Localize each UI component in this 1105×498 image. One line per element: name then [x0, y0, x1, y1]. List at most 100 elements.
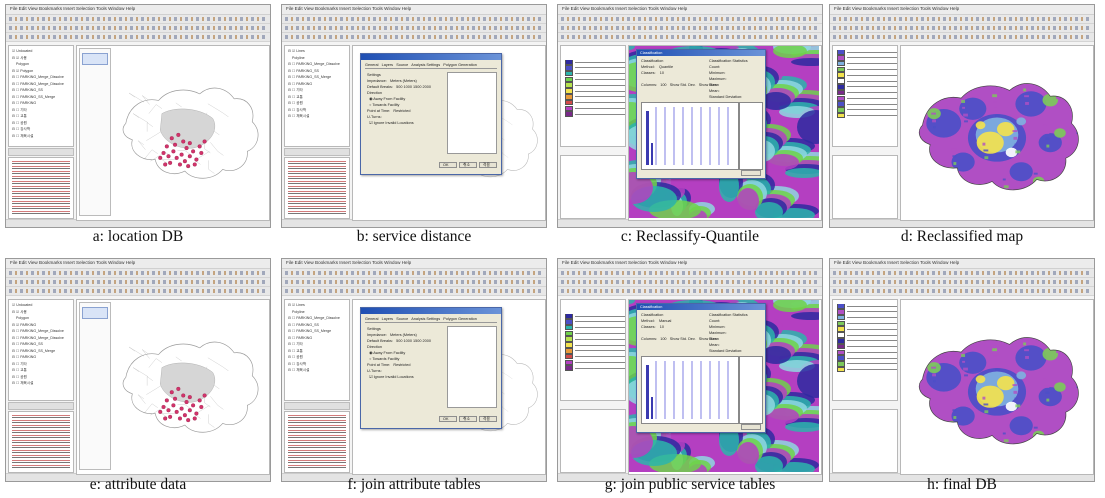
ok-button[interactable] — [741, 170, 761, 176]
search-pane[interactable] — [832, 409, 898, 473]
facility-point — [176, 386, 181, 391]
toolbar[interactable] — [6, 15, 270, 24]
toolbar[interactable] — [282, 278, 546, 287]
legend-row — [565, 348, 625, 354]
menu-items[interactable]: File Edit View Bookmarks Insert Selectio… — [10, 6, 135, 11]
dialog-button-0[interactable]: OK — [439, 162, 457, 168]
arctoolbox[interactable] — [284, 411, 350, 473]
legend-swatches — [837, 50, 897, 119]
dialog-button-0[interactable]: OK — [439, 416, 457, 422]
legend-swatch — [565, 365, 573, 371]
toolbar[interactable] — [282, 287, 546, 296]
toolbar[interactable] — [830, 33, 1094, 42]
table-of-contents[interactable]: ☑ Unlocated ⊟ ☑ 사용 Polygon ⊟ ☑ PARKING ⊟… — [8, 299, 74, 401]
table-of-contents[interactable] — [832, 45, 898, 147]
break-values-list[interactable] — [739, 102, 763, 170]
menu-bar: File Edit View Bookmarks Insert Selectio… — [6, 5, 270, 15]
selected-row[interactable] — [82, 307, 108, 319]
facility-point — [187, 408, 192, 413]
toolbar[interactable] — [558, 15, 822, 24]
toolbar[interactable] — [6, 33, 270, 42]
attribute-panel — [79, 302, 111, 470]
table-of-contents[interactable] — [832, 299, 898, 401]
menu-items[interactable]: File Edit View Bookmarks Insert Selectio… — [562, 260, 687, 265]
search-pane[interactable] — [832, 155, 898, 219]
toolbar-icons — [561, 35, 819, 39]
toolbar[interactable] — [282, 269, 546, 278]
dialog-button-1[interactable]: 취소 — [459, 162, 477, 168]
selected-row[interactable] — [82, 53, 108, 65]
service-area-dialog[interactable]: General Layers Source Analysis Settings … — [360, 307, 502, 429]
table-of-contents[interactable] — [560, 45, 626, 147]
toolbar[interactable] — [6, 287, 270, 296]
toolbar[interactable] — [558, 287, 822, 296]
classification-dialog[interactable]: Classification Classification Method: Qua… — [636, 49, 766, 179]
legend-row — [837, 309, 897, 315]
arctoolbox[interactable] — [284, 157, 350, 219]
legend-swatch — [837, 60, 845, 67]
toolbar[interactable] — [830, 15, 1094, 24]
arctoolbox[interactable] — [8, 411, 74, 473]
search-pane[interactable] — [560, 409, 626, 473]
toolbar[interactable] — [830, 278, 1094, 287]
dialog-button-1[interactable]: 취소 — [459, 416, 477, 422]
toolbar[interactable] — [282, 24, 546, 33]
legend-row — [837, 304, 897, 309]
toolbar[interactable] — [282, 15, 546, 24]
toc-tabs[interactable] — [284, 402, 350, 410]
search-pane[interactable] — [560, 155, 626, 219]
table-of-contents[interactable] — [560, 299, 626, 401]
service-area-dialog[interactable]: General Layers Source Analysis Settings … — [360, 53, 502, 175]
table-of-contents[interactable]: ⊟ ☑ Lines Polyline ⊟ ☐ PARKING_Merge_Dis… — [284, 299, 350, 401]
toc-tabs[interactable] — [284, 148, 350, 156]
arctoolbox[interactable] — [8, 157, 74, 219]
menu-items[interactable]: File Edit View Bookmarks Insert Selectio… — [286, 260, 411, 265]
toolbar[interactable] — [6, 278, 270, 287]
toolbar[interactable] — [558, 269, 822, 278]
toolbar[interactable] — [830, 287, 1094, 296]
menu-items[interactable]: File Edit View Bookmarks Insert Selectio… — [286, 6, 411, 11]
break-values-list[interactable] — [739, 356, 763, 424]
toolbar[interactable] — [830, 269, 1094, 278]
legend-swatch — [837, 314, 845, 321]
legend-row — [837, 326, 897, 332]
toc-tabs[interactable] — [8, 148, 74, 156]
toolbar[interactable] — [6, 269, 270, 278]
location-map — [122, 341, 259, 433]
legend-row — [565, 60, 625, 65]
legend-swatch — [565, 105, 573, 112]
toolbar[interactable] — [282, 33, 546, 42]
toolbar[interactable] — [558, 278, 822, 287]
table-of-contents[interactable]: ⊟ ☑ Lines Polyline ⊟ ☐ PARKING_Merge_Dis… — [284, 45, 350, 147]
facility-point — [174, 409, 179, 414]
facility-point — [202, 393, 207, 398]
facility-point — [187, 141, 192, 146]
classification-dialog[interactable]: Classification Classification Method: Man… — [636, 303, 766, 433]
toolbar[interactable] — [558, 24, 822, 33]
toolbar[interactable] — [558, 33, 822, 42]
legend-label — [847, 86, 897, 88]
menu-items[interactable]: File Edit View Bookmarks Insert Selectio… — [834, 260, 959, 265]
legend-label — [847, 317, 897, 319]
ok-button[interactable] — [741, 424, 761, 430]
legend-swatch — [837, 50, 845, 55]
menu-items[interactable]: File Edit View Bookmarks Insert Selectio… — [562, 6, 687, 11]
dialog-button-2[interactable]: 적용 — [479, 162, 497, 168]
legend-row — [837, 355, 897, 361]
legend-row — [565, 365, 625, 371]
toolbar[interactable] — [830, 24, 1094, 33]
facility-point — [168, 414, 173, 419]
menu-items[interactable]: File Edit View Bookmarks Insert Selectio… — [834, 6, 959, 11]
menu-bar: File Edit View Bookmarks Insert Selectio… — [282, 259, 546, 269]
menu-items[interactable]: File Edit View Bookmarks Insert Selectio… — [10, 260, 135, 265]
facility-point — [179, 406, 184, 411]
toolbar[interactable] — [6, 24, 270, 33]
legend-swatch — [837, 332, 845, 338]
legend-label — [847, 109, 897, 111]
legend-row — [837, 60, 897, 67]
map-view — [900, 45, 1094, 221]
dialog-button-2[interactable]: 적용 — [479, 416, 497, 422]
table-of-contents[interactable]: ☑ Unlocated ⊟ ☑ 사용 Polygon ⊟ ☑ Polygon ⊟… — [8, 45, 74, 147]
toc-tabs[interactable] — [8, 402, 74, 410]
map-holder — [111, 314, 267, 454]
